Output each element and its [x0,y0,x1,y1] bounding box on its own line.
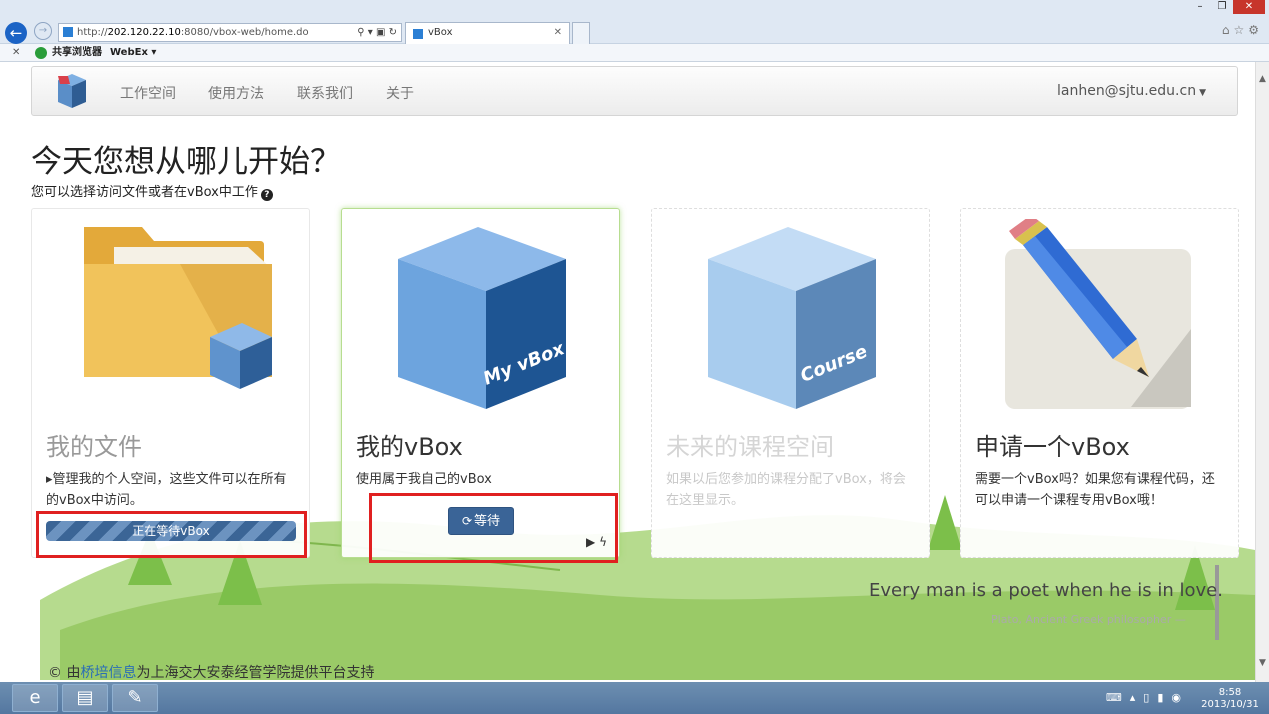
page-title: 今天您想从哪儿开始？ [31,144,341,180]
card-course-space[interactable]: Course 未来的课程空间 如果以后您参加的课程分配了vBox，将会在这里显示… [651,208,930,558]
card-apply-vbox[interactable]: 申请一个vBox 需要一个vBox吗？如果您有课程代码，还可以申请一个课程专用v… [960,208,1239,558]
url-host: 202.120.22.10 [107,27,181,38]
user-email: lanhen@sjtu.edu.cn [1056,83,1197,99]
app-navbar: 工作空间 使用方法 联系我们 关于 lanhen@sjtu.edu.cn ▼ [31,66,1238,116]
card-description: ▸管理我的个人空间，这些文件可以在所有的vBox中访问。 [46,472,287,508]
card-description: 需要一个vBox吗？如果您有课程代码，还可以申请一个课程专用vBox哦！ [975,472,1215,508]
course-cube-icon: Course [708,227,876,409]
nav-about[interactable]: 关于 [386,83,414,103]
vbox-logo-icon[interactable] [48,72,90,112]
card-title: 我的文件 [46,433,142,461]
chevron-down-icon: ▼ [1199,88,1206,98]
browser-toolbar: ← → http://202.120.22.10:8080/vbox-web/h… [0,0,1269,44]
clock-date: 2013/10/31 [1201,699,1259,710]
new-tab-button[interactable] [572,22,590,44]
highlight-box-progress [36,511,307,558]
tab-close-icon[interactable]: ✕ [554,23,562,43]
clock[interactable]: 8:58 2013/10/31 [1201,687,1259,711]
footer-link[interactable]: 桥培信息 [80,665,136,681]
card-description: 如果以后您参加的课程分配了vBox，将会在这里显示。 [666,472,906,508]
highlight-box-wait [369,493,618,563]
url-rest: :8080/vbox-web/home.do [180,27,309,38]
window-close-icon[interactable]: ✕ [1233,0,1265,14]
user-menu[interactable]: lanhen@sjtu.edu.cn ▼ [1057,83,1206,99]
nav-workspace[interactable]: 工作空间 [120,83,176,103]
address-bar[interactable]: http://202.120.22.10:8080/vbox-web/home.… [58,23,402,42]
favorites-close-icon[interactable]: ✕ [12,44,20,61]
browser-tab[interactable]: vBox ✕ [405,22,570,44]
footer: © 由桥培信息为上海交大安泰经管学院提供平台支持 [48,662,374,682]
card-description: 使用属于我自己的vBox [356,472,492,487]
paint-taskbar-icon[interactable]: ✎ [112,684,158,712]
favorite-link-webex[interactable]: WebEx ▾ [110,44,156,61]
card-title: 我的vBox [356,433,463,461]
favorites-bar: ✕ 共享浏览器 WebEx ▾ [0,44,1269,62]
quote-attribution: Plato, Ancient Greek philosopher — [991,613,1186,626]
subtitle-text: 您可以选择访问文件或者在vBox中工作 [31,185,258,200]
page-subtitle: 您可以选择访问文件或者在vBox中工作? [31,181,273,201]
footer-prefix: © 由 [48,665,81,681]
browser-tools-icons[interactable]: ⌂☆⚙ [1222,23,1263,37]
tab-title: vBox [428,27,453,38]
ie-taskbar-icon[interactable]: e [12,684,58,712]
explorer-taskbar-icon[interactable]: ▤ [62,684,108,712]
restore-icon[interactable]: ❐ [1211,0,1233,14]
globe-icon [35,47,47,59]
taskbar: e ▤ ✎ ⌨▴▯▮◉ 8:58 2013/10/31 [0,682,1269,714]
my-vbox-cube-icon: My vBox [398,227,569,409]
help-icon[interactable]: ? [260,189,273,201]
folder-icon [84,227,272,389]
url-prefix: http:// [77,27,108,38]
favorite-link-share[interactable]: 共享浏览器 [52,44,102,61]
card-title: 未来的课程空间 [666,433,834,461]
card-title: 申请一个vBox [975,433,1130,461]
scroll-down-icon[interactable]: ▼ [1256,658,1269,672]
window-controls: – ❐ ✕ [1189,0,1265,14]
quote-text: Every man is a poet when he is in love. [869,580,1223,601]
site-favicon-icon [63,27,73,37]
minimize-icon[interactable]: – [1189,0,1211,14]
address-tools-icon[interactable]: ⚲ ▾ ▣ ↻ [357,24,397,41]
scroll-up-icon[interactable]: ▲ [1256,74,1269,88]
clock-time: 8:58 [1218,687,1242,698]
nav-contact[interactable]: 联系我们 [297,83,353,103]
nav-usage[interactable]: 使用方法 [208,83,264,103]
tab-favicon-icon [413,29,423,39]
footer-suffix: 为上海交大安泰经管学院提供平台支持 [136,665,375,681]
tray-icons[interactable]: ⌨▴▯▮◉ [1106,691,1189,704]
page-scrollbar[interactable]: ▲ ▼ [1255,62,1269,682]
forward-button[interactable]: → [34,22,52,40]
back-button[interactable]: ← [5,22,27,44]
pencil-paper-icon [1005,219,1191,409]
card-my-files[interactable]: 我的文件 ▸管理我的个人空间，这些文件可以在所有的vBox中访问。 正在等待vB… [31,208,310,558]
